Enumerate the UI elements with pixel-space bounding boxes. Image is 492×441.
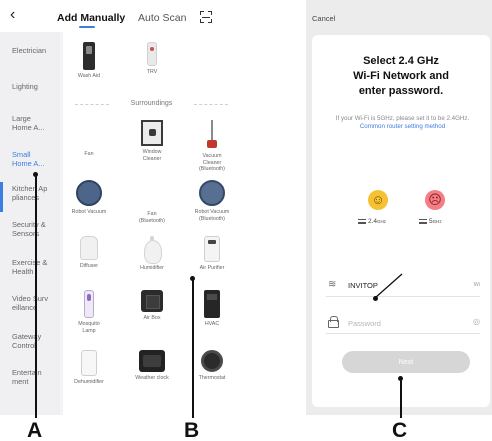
tab-add-manually[interactable]: Add Manually bbox=[57, 12, 125, 24]
device-2[interactable]: Window Cleaner bbox=[126, 120, 178, 162]
happy-face-icon: ☺ bbox=[368, 190, 388, 210]
callout-ssid-line bbox=[374, 273, 403, 299]
hint-body: If your Wi-Fi is 5GHz, please set it to … bbox=[335, 115, 470, 122]
callout-label-b: B bbox=[184, 419, 200, 441]
callout-label-a: A bbox=[27, 419, 43, 441]
device-10[interactable]: Mosquito Lamp bbox=[63, 290, 115, 334]
band-5-unit: GHz bbox=[432, 219, 442, 224]
eye-icon[interactable]: ◎ bbox=[473, 317, 480, 326]
router-setting-link[interactable]: Common router setting method bbox=[360, 123, 445, 130]
category-sidebar: Electrician Lighting Large Home A... Small … bbox=[0, 32, 60, 415]
page-title-line-1: Select 2.4 GHz bbox=[363, 55, 439, 67]
device-label: Dehumidifier bbox=[74, 379, 104, 385]
callout-c-line bbox=[400, 378, 402, 418]
device-7[interactable]: Diffuser bbox=[63, 236, 115, 270]
sidebar-item-3[interactable]: Large Home A... bbox=[12, 114, 58, 132]
device-7-icon bbox=[80, 236, 98, 260]
device-wash-aid-icon bbox=[83, 42, 95, 70]
device-trv[interactable]: TRV bbox=[126, 42, 178, 76]
device-12[interactable]: HVAC bbox=[186, 290, 238, 328]
device-4[interactable]: Robot Vacuum bbox=[63, 180, 115, 216]
device-9-icon bbox=[204, 236, 220, 262]
device-label: Air Purifier bbox=[199, 265, 225, 271]
device-12-icon bbox=[204, 290, 220, 318]
device-label: Weather clock bbox=[135, 375, 169, 381]
device-6-icon bbox=[199, 180, 225, 206]
device-14[interactable]: Weather clock bbox=[126, 350, 178, 382]
back-icon[interactable]: ‹ bbox=[10, 7, 15, 23]
hint-text: If your Wi-Fi is 5GHz, please set it to … bbox=[330, 115, 475, 131]
sad-face-icon: ☹ bbox=[425, 190, 445, 210]
band-2-4ghz: 2.4GHz bbox=[358, 218, 386, 225]
device-5[interactable]: Fan (Bluetooth) bbox=[126, 180, 178, 224]
device-label: Robot Vacuum (Bluetooth) bbox=[194, 209, 230, 222]
device-8[interactable]: Humidifier bbox=[126, 236, 178, 272]
device-label: Mosquito Lamp bbox=[78, 321, 100, 334]
device-label: Wash Aid bbox=[77, 73, 101, 79]
callout-b-line bbox=[192, 278, 194, 418]
device-wash-aid[interactable]: Wash Aid bbox=[63, 42, 115, 80]
device-label: Diffuser bbox=[79, 263, 99, 269]
device-label: HVAC bbox=[204, 321, 220, 327]
callout-a-line bbox=[35, 174, 37, 418]
sidebar-item-1[interactable]: Electrician bbox=[12, 46, 58, 55]
page-title-line-3: enter password. bbox=[358, 85, 444, 97]
device-6[interactable]: Robot Vacuum (Bluetooth) bbox=[186, 180, 238, 222]
right-phone-screen: Cancel Select 2.4 GHz Wi-Fi Network and … bbox=[306, 0, 492, 415]
device-3-icon bbox=[207, 120, 217, 150]
lock-icon bbox=[328, 316, 339, 328]
header-bar: ‹ Add Manually Auto Scan bbox=[0, 0, 240, 32]
device-label: Fan bbox=[84, 151, 94, 157]
password-row: ◎ bbox=[326, 312, 480, 334]
page-title-line-2: Wi-Fi Network and bbox=[353, 70, 449, 82]
cancel-button[interactable]: Cancel bbox=[312, 14, 335, 23]
device-label: Robot Vacuum bbox=[71, 209, 107, 215]
device-13-icon bbox=[81, 350, 97, 376]
band-2-4-value: 2.4 bbox=[368, 218, 378, 225]
device-1[interactable]: Fan bbox=[63, 120, 115, 158]
device-15-icon bbox=[201, 350, 223, 372]
device-label: Air Box bbox=[143, 315, 161, 321]
device-label: Window Cleaner bbox=[142, 149, 162, 162]
tab-auto-scan[interactable]: Auto Scan bbox=[138, 12, 186, 24]
device-3[interactable]: Vacuum Cleaner (Bluetooth) bbox=[186, 120, 238, 173]
callout-label-c: C bbox=[392, 419, 408, 441]
active-tab-indicator bbox=[79, 26, 95, 28]
sidebar-item-2[interactable]: Lighting bbox=[12, 82, 58, 91]
device-4-icon bbox=[76, 180, 102, 206]
device-label: TRV bbox=[146, 69, 158, 75]
device-grid: Surroundings Wash Aid TRV Fan Window Cleane… bbox=[63, 32, 240, 415]
active-category-indicator bbox=[0, 182, 3, 212]
band-2-4-unit: GHz bbox=[377, 219, 387, 224]
next-button[interactable]: Next bbox=[342, 351, 470, 373]
device-8-icon bbox=[143, 236, 162, 264]
device-label: Vacuum Cleaner (Bluetooth) bbox=[199, 153, 225, 172]
device-11[interactable]: Air Box bbox=[126, 290, 178, 322]
section-title: Surroundings bbox=[63, 100, 240, 107]
device-13[interactable]: Dehumidifier bbox=[63, 350, 115, 386]
device-15[interactable]: Thermostat bbox=[186, 350, 238, 382]
device-label: Fan (Bluetooth) bbox=[139, 211, 165, 224]
band-5ghz: 5GHz bbox=[419, 218, 442, 225]
device-label: Thermostat bbox=[198, 375, 226, 381]
password-input[interactable] bbox=[348, 316, 458, 330]
router-icon bbox=[358, 218, 366, 224]
switch-network-link[interactable]: Wi bbox=[474, 282, 480, 288]
device-9[interactable]: Air Purifier bbox=[186, 236, 238, 272]
wifi-card: Select 2.4 GHz Wi-Fi Network and enter p… bbox=[312, 35, 490, 407]
device-11-icon bbox=[141, 290, 163, 312]
scan-icon[interactable] bbox=[200, 11, 212, 23]
sidebar-item-4[interactable]: Small Home A... bbox=[12, 150, 58, 168]
device-10-icon bbox=[84, 290, 94, 318]
device-2-icon bbox=[141, 120, 163, 146]
device-label: Humidifier bbox=[140, 265, 164, 271]
device-1-icon bbox=[77, 120, 101, 148]
router-icon bbox=[419, 218, 427, 224]
device-5-icon bbox=[140, 180, 164, 208]
device-14-icon bbox=[139, 350, 165, 372]
device-trv-icon bbox=[147, 42, 157, 66]
wifi-icon: ≋ bbox=[328, 279, 337, 290]
